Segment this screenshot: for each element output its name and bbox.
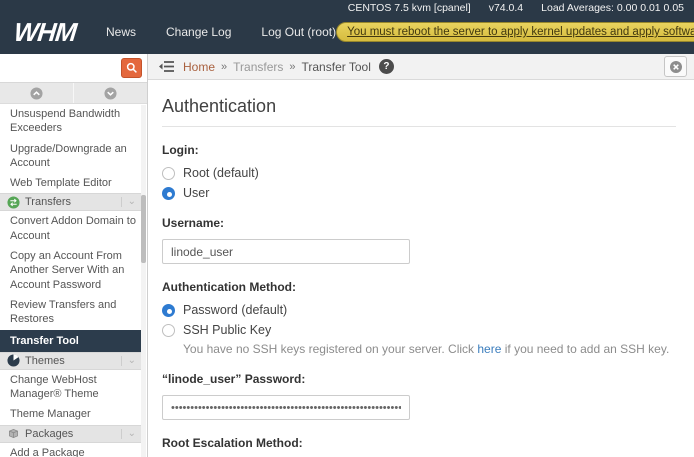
sidebar-search-row xyxy=(0,54,147,83)
header-nav: News Change Log Log Out (root) xyxy=(106,25,336,39)
radio-root-default[interactable]: Root (default) xyxy=(162,166,676,180)
body: Unsuspend Bandwidth ExceedersUpgrade/Dow… xyxy=(0,54,694,457)
sidebar-item-web-template-editor[interactable]: Web Template Editor xyxy=(0,173,142,193)
chevron-down-icon[interactable]: ⌄ xyxy=(121,356,140,366)
sidebar-item-upgrade-downgrade-an-account[interactable]: Upgrade/Downgrade an Account xyxy=(0,139,142,174)
help-icon[interactable]: ? xyxy=(379,59,394,74)
radio-label: SSH Public Key xyxy=(183,323,271,337)
whm-version: v74.0.4 xyxy=(489,2,523,15)
login-radio-group: Root (default) User xyxy=(162,166,676,200)
radio-label: Root (default) xyxy=(183,166,259,180)
sidebar-item-add-a-package[interactable]: Add a Package xyxy=(0,443,142,457)
radio-user[interactable]: User xyxy=(162,186,676,200)
scroll-down-button[interactable] xyxy=(74,83,147,103)
whm-logo[interactable]: WHM xyxy=(12,17,77,48)
header: CENTOS 7.5 kvm [cpanel] v74.0.4 Load Ave… xyxy=(0,0,694,54)
breadcrumb: Home » Transfers » Transfer Tool xyxy=(183,60,371,74)
section-label: Packages xyxy=(25,428,116,440)
sidebar-scroll-controls xyxy=(0,83,147,104)
radio-icon[interactable] xyxy=(162,324,175,337)
main-panel: Home » Transfers » Transfer Tool ? Authentic… xyxy=(148,54,694,457)
search-icon xyxy=(126,62,138,74)
sidebar-item-review-transfers-and-restores[interactable]: Review Transfers and Restores xyxy=(0,295,142,330)
radio-icon[interactable] xyxy=(162,304,175,317)
auth-method-label: Authentication Method: xyxy=(162,280,676,294)
sidebar-section-themes[interactable]: Themes ⌄ xyxy=(0,352,142,370)
breadcrumb-home[interactable]: Home xyxy=(183,60,215,74)
sidebar-nav: Unsuspend Bandwidth ExceedersUpgrade/Dow… xyxy=(0,104,147,457)
sidebar-item-change-webhost-manager-theme[interactable]: Change WebHost Manager® Theme xyxy=(0,370,142,405)
transfer-icon xyxy=(7,196,20,209)
auth-method-radio-group: Password (default) SSH Public Key xyxy=(162,303,676,337)
help-text-before: You have no SSH keys registered on your … xyxy=(183,342,477,356)
password-input[interactable] xyxy=(162,395,410,420)
search-button[interactable] xyxy=(121,58,142,78)
sidebar-scrollbar[interactable] xyxy=(141,105,146,457)
username-label: Username: xyxy=(162,216,676,230)
sidebar-item-theme-manager[interactable]: Theme Manager xyxy=(0,404,142,424)
radio-label: User xyxy=(183,186,209,200)
packages-icon xyxy=(7,427,20,440)
load-averages: Load Averages: 0.00 0.01 0.05 xyxy=(541,2,684,15)
sidebar-scrollbar-thumb[interactable] xyxy=(141,195,146,263)
sidebar-item-convert-addon-domain-to-account[interactable]: Convert Addon Domain to Account xyxy=(0,211,142,246)
server-info: CENTOS 7.5 kvm [cpanel] xyxy=(348,2,471,15)
collapse-sidebar-icon[interactable] xyxy=(158,60,175,73)
sidebar-section-packages[interactable]: Packages ⌄ xyxy=(0,425,142,443)
nav-news[interactable]: News xyxy=(106,25,136,39)
chevron-down-icon[interactable]: ⌄ xyxy=(121,197,140,207)
authentication-heading: Authentication xyxy=(162,96,676,127)
chevron-down-icon[interactable]: ⌄ xyxy=(121,429,140,439)
close-button[interactable] xyxy=(664,56,687,77)
whm-window: CENTOS 7.5 kvm [cpanel] v74.0.4 Load Ave… xyxy=(0,0,694,457)
themes-icon xyxy=(7,354,20,367)
section-label: Transfers xyxy=(25,196,116,208)
reboot-alert-link[interactable]: You must reboot the server to apply kern… xyxy=(336,22,694,42)
nav-change-log[interactable]: Change Log xyxy=(166,25,231,39)
radio-icon[interactable] xyxy=(162,167,175,180)
sidebar-section-transfers[interactable]: Transfers ⌄ xyxy=(0,193,142,211)
sidebar: Unsuspend Bandwidth ExceedersUpgrade/Dow… xyxy=(0,54,148,457)
scroll-up-button[interactable] xyxy=(0,83,74,103)
radio-ssh-public-key[interactable]: SSH Public Key xyxy=(162,323,676,337)
breadcrumb-transfers[interactable]: Transfers xyxy=(233,60,283,74)
breadcrumb-separator: » xyxy=(289,61,295,73)
close-icon xyxy=(669,60,683,74)
nav-log-out-root[interactable]: Log Out (root) xyxy=(261,25,336,39)
content: Authentication Login: Root (default) User… xyxy=(148,80,694,457)
radio-icon[interactable] xyxy=(162,187,175,200)
sidebar-item-transfer-tool[interactable]: Transfer Tool xyxy=(0,330,142,352)
radio-label: Password (default) xyxy=(183,303,287,317)
header-row: WHM News Change Log Log Out (root) You mus… xyxy=(0,15,694,54)
ssh-key-help-text: You have no SSH keys registered on your … xyxy=(183,342,676,356)
chevron-up-circle-icon xyxy=(30,87,43,100)
help-text-after: if you need to add an SSH key. xyxy=(501,342,669,356)
breadcrumb-separator: » xyxy=(221,61,227,73)
radio-password-default[interactable]: Password (default) xyxy=(162,303,676,317)
breadcrumb-bar: Home » Transfers » Transfer Tool ? xyxy=(148,54,694,80)
breadcrumb-transfer-tool: Transfer Tool xyxy=(302,60,371,74)
sidebar-item-copy-an-account-from-another-server-with-an-account-password[interactable]: Copy an Account From Another Server With… xyxy=(0,246,142,295)
login-label: Login: xyxy=(162,143,676,157)
username-input[interactable] xyxy=(162,239,410,264)
ssh-key-here-link[interactable]: here xyxy=(477,342,501,356)
chevron-down-circle-icon xyxy=(104,87,117,100)
section-label: Themes xyxy=(25,355,116,367)
root-escalation-label: Root Escalation Method: xyxy=(162,436,676,450)
password-label: “linode_user” Password: xyxy=(162,372,676,386)
sidebar-item-unsuspend-bandwidth-exceeders[interactable]: Unsuspend Bandwidth Exceeders xyxy=(0,104,142,139)
server-status-bar: CENTOS 7.5 kvm [cpanel] v74.0.4 Load Ave… xyxy=(0,0,694,15)
